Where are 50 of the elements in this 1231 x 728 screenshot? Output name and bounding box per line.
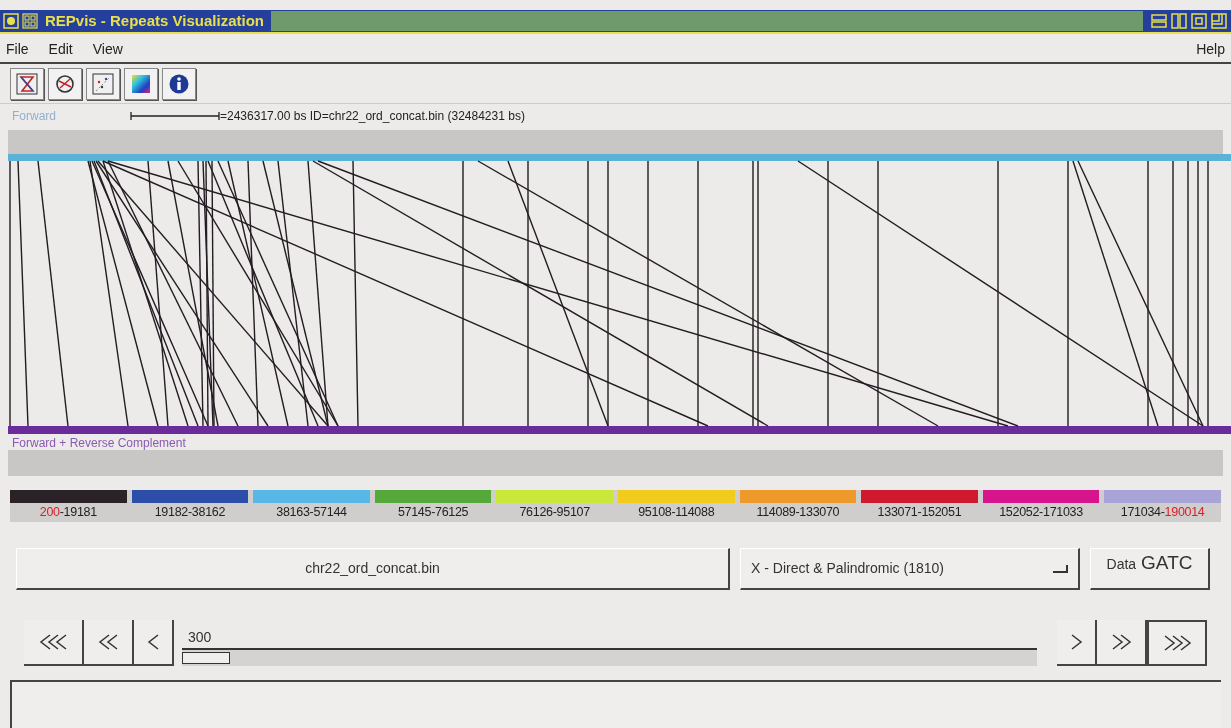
legend-label: 114089-133070	[755, 504, 841, 521]
color-palette-icon	[130, 72, 152, 95]
hourglass-icon	[16, 72, 38, 95]
toolbar-button[interactable]	[10, 67, 44, 100]
toolbar-button[interactable]	[124, 67, 158, 100]
rewind-icon	[38, 632, 68, 651]
maximize-icon[interactable]	[1190, 12, 1208, 30]
forward-icon	[1162, 633, 1192, 652]
file-button[interactable]: chr22_ord_concat.bin	[16, 547, 730, 590]
track-label: Forward	[12, 108, 57, 125]
step-button[interactable]	[84, 619, 134, 666]
step-button[interactable]	[1097, 619, 1147, 666]
step-button[interactable]	[134, 619, 174, 666]
menu-item[interactable]: File	[6, 38, 29, 60]
menu-item[interactable]: View	[92, 38, 123, 60]
legend-label: 171034-190014	[1119, 504, 1206, 521]
step-button[interactable]	[1147, 619, 1207, 666]
legend-label: 95108-114088	[637, 504, 716, 521]
type-dropdown[interactable]: X - Direct & Palindromic (1810)	[740, 547, 1080, 590]
forward-icon	[1110, 632, 1132, 651]
rewind-icon	[146, 632, 160, 651]
slider-value: 300	[188, 627, 212, 647]
track-label: Forward + Reverse Complement	[11, 435, 187, 450]
dropdown-icon	[1052, 563, 1068, 574]
resize-icon[interactable]	[1210, 12, 1228, 30]
scatter-icon	[92, 72, 114, 95]
menu-item[interactable]: Edit	[48, 38, 73, 60]
circle-icon	[54, 72, 76, 95]
rewind-icon	[97, 632, 119, 651]
legend-label: 76126-95107	[518, 504, 591, 521]
shade-icon[interactable]	[1150, 12, 1168, 30]
window-title: REPvis - Repeats Visualization	[44, 10, 265, 31]
legend-label: 152052-171033	[998, 504, 1084, 521]
slider-thumb[interactable]	[182, 651, 230, 664]
menu-item[interactable]: Help	[1196, 38, 1225, 60]
window-menu-icon[interactable]	[3, 13, 19, 29]
legend-label: 133071-152051	[876, 504, 963, 521]
data-button[interactable]: Data GATC	[1090, 547, 1210, 590]
legend-label: 57145-76125	[396, 504, 470, 521]
grid-icon[interactable]	[22, 13, 38, 29]
info-icon	[168, 72, 190, 95]
toolbar-button[interactable]	[162, 67, 196, 100]
toolbar-button[interactable]	[48, 67, 82, 100]
forward-icon	[1069, 632, 1083, 651]
scale-label: =2436317.00 bs ID=chr22_ord_concat.bin (32484231 bs)	[220, 108, 525, 125]
slider-track[interactable]	[182, 647, 1037, 666]
legend-label: 38163-57144	[275, 504, 348, 521]
legend-label: 200-19181	[38, 504, 98, 521]
legend-label: 19182-38162	[153, 504, 227, 521]
tile-icon[interactable]	[1170, 12, 1188, 30]
